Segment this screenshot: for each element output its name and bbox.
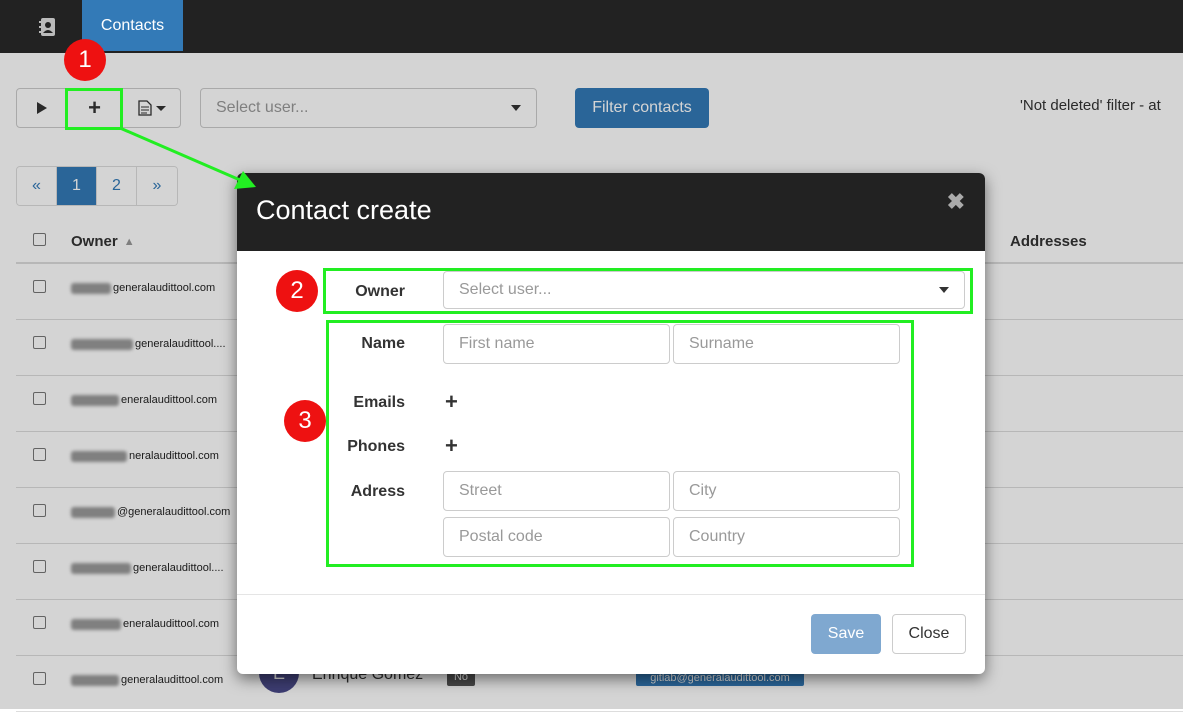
top-navbar: Contacts — [0, 0, 1183, 53]
address-book-icon[interactable] — [26, 0, 70, 53]
first-name-field[interactable]: First name — [443, 324, 670, 364]
close-icon[interactable]: ✖︎ — [947, 189, 965, 215]
postal-code-field[interactable]: Postal code — [443, 517, 670, 557]
contact-create-dialog: Contact create ✖︎ Owner Select user... N… — [237, 173, 985, 674]
modal-header: Contact create ✖︎ — [237, 173, 985, 251]
save-button[interactable]: Save — [811, 614, 881, 654]
add-email-button[interactable]: + — [445, 389, 458, 415]
country-field[interactable]: Country — [673, 517, 900, 557]
add-phone-button[interactable]: + — [445, 433, 458, 459]
close-button[interactable]: Close — [892, 614, 966, 654]
name-label: Name — [361, 335, 405, 352]
chevron-down-icon — [939, 287, 949, 293]
city-field[interactable]: City — [673, 471, 900, 511]
modal-footer-divider — [237, 594, 985, 595]
step-marker-3: 3 — [284, 400, 326, 442]
step-marker-1: 1 — [64, 39, 106, 81]
owner-select[interactable]: Select user... — [443, 271, 965, 309]
modal-title: Contact create — [256, 195, 432, 225]
address-label: Adress — [350, 483, 405, 500]
surname-field[interactable]: Surname — [673, 324, 900, 364]
street-field[interactable]: Street — [443, 471, 670, 511]
step-marker-2: 2 — [276, 270, 318, 312]
owner-select-placeholder: Select user... — [459, 281, 552, 298]
